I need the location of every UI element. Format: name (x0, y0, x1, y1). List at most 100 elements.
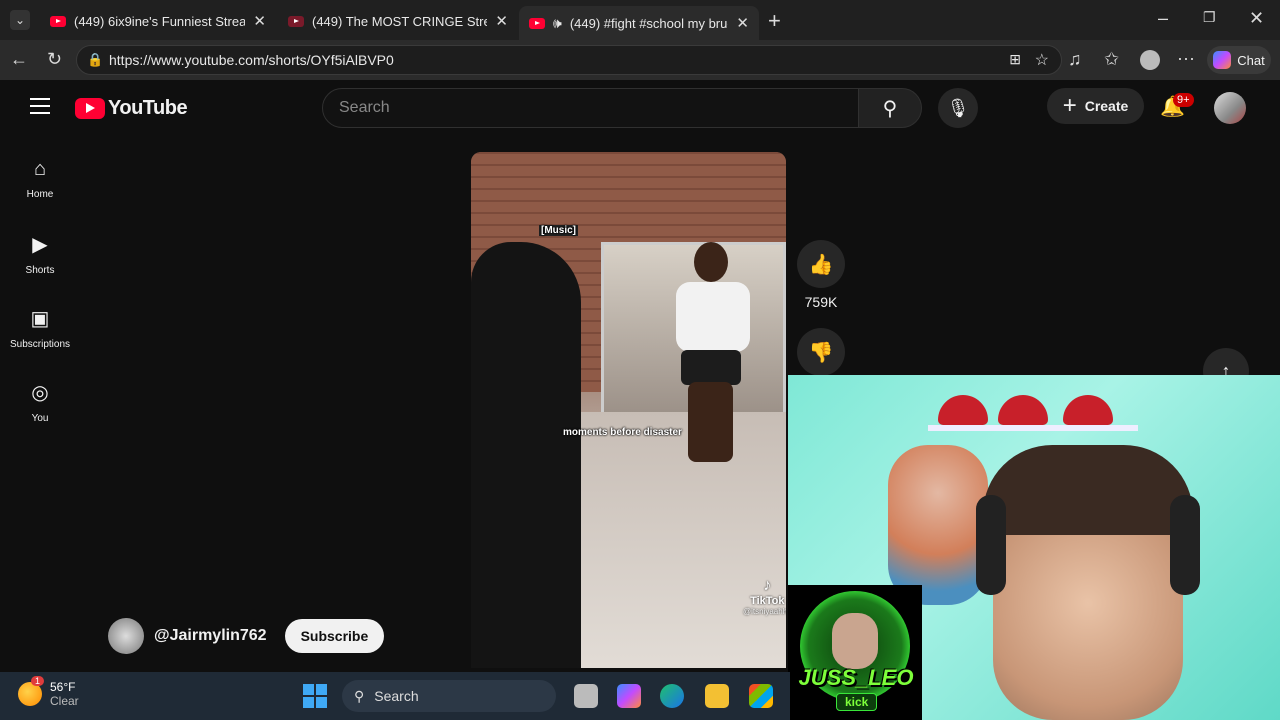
tab-title: (449) #fight #school my brudd (569, 15, 729, 31)
tiktok-icon: ♪ (763, 577, 772, 594)
channel-info: @Jairmylin762 Subscribe (108, 618, 385, 654)
youtube-favicon-icon (529, 17, 545, 29)
search-placeholder: Search (339, 99, 390, 116)
address-bar-row: ← ↻ 🔒 https://www.youtube.com/shorts/OYf… (0, 40, 1280, 80)
store-icon[interactable] (749, 684, 773, 708)
youtube-play-icon (75, 98, 105, 119)
create-button[interactable]: + Create (1047, 88, 1144, 124)
tiktok-label: TikTok (750, 595, 785, 607)
close-tab-icon[interactable]: ✕ (495, 12, 508, 30)
weather-badge: 1 (31, 676, 45, 686)
sidebar-item-you[interactable]: ◎ You (5, 380, 75, 424)
copilot-app-icon[interactable] (617, 684, 641, 708)
windows-start-icon[interactable] (303, 684, 327, 708)
weather-condition: Clear (50, 694, 79, 708)
streamer-logo-badge: JUSS_LEO kick (788, 585, 922, 720)
subscribe-button[interactable]: Subscribe (284, 619, 385, 653)
like-button[interactable]: 👍 (797, 240, 845, 288)
tab-bar: ⌄ (449) 6ix9ine's Funniest Stream Mo ✕ (… (0, 0, 1280, 40)
sidebar-item-label: You (31, 413, 49, 424)
search-icon: ⚲ (882, 97, 898, 120)
shorts-video-player[interactable]: [Music] moments before disaster ♪ TikTok… (471, 152, 786, 668)
tiktok-watermark: ♪ TikTok @itsniyaahh_ (743, 577, 786, 616)
edge-browser-icon[interactable] (660, 684, 684, 708)
close-tab-icon[interactable]: ✕ (253, 12, 266, 30)
weather-widget[interactable]: 1 56°F Clear (18, 676, 79, 708)
channel-name[interactable]: @Jairmylin762 (154, 627, 267, 645)
home-icon: ⌂ (33, 158, 47, 180)
search-button[interactable]: ⚲ (858, 88, 922, 128)
video-subject (666, 242, 756, 462)
shorts-icon: ▶ (32, 234, 48, 256)
close-window-icon[interactable]: ✕ (1249, 8, 1264, 29)
plus-icon: + (1062, 92, 1077, 119)
you-icon: ◎ (31, 382, 49, 404)
refresh-icon[interactable]: ↻ (47, 49, 62, 70)
tab-title: (449) 6ix9ine's Funniest Stream Mo (74, 13, 246, 29)
channel-avatar[interactable] (108, 618, 144, 654)
media-control-icon[interactable]: ♫ (1068, 49, 1082, 70)
address-bar[interactable]: 🔒 https://www.youtube.com/shorts/OYf5iAl… (76, 45, 1062, 75)
taskbar-search-label: Search (374, 688, 419, 704)
tab-title: (449) The MOST CRINGE Streamer (312, 13, 488, 29)
taskbar-search[interactable]: ⚲ Search (342, 680, 556, 712)
platform-label: kick (836, 693, 878, 711)
video-foreground-person (471, 242, 581, 668)
badge-portrait (832, 613, 878, 669)
back-icon[interactable]: ← (10, 49, 28, 70)
tiktok-handle: @itsniyaahh_ (743, 607, 786, 616)
account-avatar[interactable] (1214, 92, 1246, 124)
speaker-icon[interactable]: 🕪 (553, 15, 562, 32)
webcam-headphones (976, 495, 1006, 595)
sidebar-item-home[interactable]: ⌂ Home (5, 158, 75, 200)
voice-search-button[interactable]: 🎙 (938, 88, 978, 128)
tab-active[interactable]: 🕪 (449) #fight #school my brudd ✕ (519, 6, 759, 40)
weather-temp: 56°F (50, 680, 76, 694)
task-view-icon[interactable] (574, 684, 598, 708)
site-info-icon[interactable]: 🔒 (87, 52, 103, 68)
minimize-icon[interactable]: – (1158, 8, 1168, 29)
webcam-shelf (928, 425, 1138, 431)
thumbs-down-icon: 👎 (808, 341, 834, 364)
tab-2[interactable]: (449) The MOST CRINGE Streamer ✕ (278, 6, 518, 36)
url-text: https://www.youtube.com/shorts/OYf5iAlBV… (109, 52, 394, 68)
like-count: 759K (804, 294, 838, 310)
webcam-streamer-hair (983, 445, 1193, 535)
subscriptions-icon: ▣ (30, 308, 50, 330)
youtube-logo[interactable]: YouTube (75, 97, 188, 120)
restore-icon[interactable]: ❐ (1203, 9, 1216, 26)
windows-taskbar: 1 56°F Clear ⚲ Search (0, 672, 790, 720)
file-explorer-icon[interactable] (705, 684, 729, 708)
streamer-name: JUSS_LEO (798, 665, 914, 690)
webcam-shoe (938, 395, 988, 425)
webcam-shoe (1063, 395, 1113, 425)
weather-sun-icon: 1 (18, 676, 45, 706)
profile-icon[interactable] (1140, 50, 1160, 70)
webcam-headphones (1170, 495, 1200, 595)
tab-1[interactable]: (449) 6ix9ine's Funniest Stream Mo ✕ (40, 6, 276, 36)
webcam-dog-statue (888, 445, 988, 605)
create-label: Create (1084, 98, 1129, 114)
search-input[interactable]: Search (322, 88, 859, 128)
search-icon: ⚲ (354, 687, 365, 704)
tab-list-chevron-icon[interactable]: ⌄ (10, 10, 30, 30)
dislike-button[interactable]: 👎 (797, 328, 845, 376)
favorites-icon[interactable]: ✩ (1104, 49, 1119, 70)
streamer-webcam-overlay: JUSS_LEO kick (788, 375, 1280, 720)
logo-text: YouTube (108, 97, 188, 119)
notification-badge: 9+ (1173, 93, 1194, 107)
thumbs-up-icon: 👍 (808, 253, 834, 276)
sidebar-item-subscriptions[interactable]: ▣ Subscriptions (5, 306, 75, 350)
close-tab-icon[interactable]: ✕ (736, 14, 749, 32)
new-tab-icon[interactable]: + (768, 8, 781, 34)
youtube-favicon-icon (288, 15, 304, 27)
chat-label: Chat (1237, 52, 1265, 68)
video-caption-text: moments before disaster (563, 427, 682, 438)
copilot-chat-button[interactable]: Chat (1207, 46, 1271, 74)
app-available-icon[interactable]: ⊞ (1009, 51, 1021, 68)
menu-icon[interactable] (30, 98, 50, 114)
sidebar-item-shorts[interactable]: ▶ Shorts (5, 232, 75, 276)
video-caption-music: [Music] (539, 225, 578, 236)
favorite-star-icon[interactable]: ☆ (1035, 50, 1049, 70)
more-menu-icon[interactable]: ··· (1177, 48, 1195, 69)
